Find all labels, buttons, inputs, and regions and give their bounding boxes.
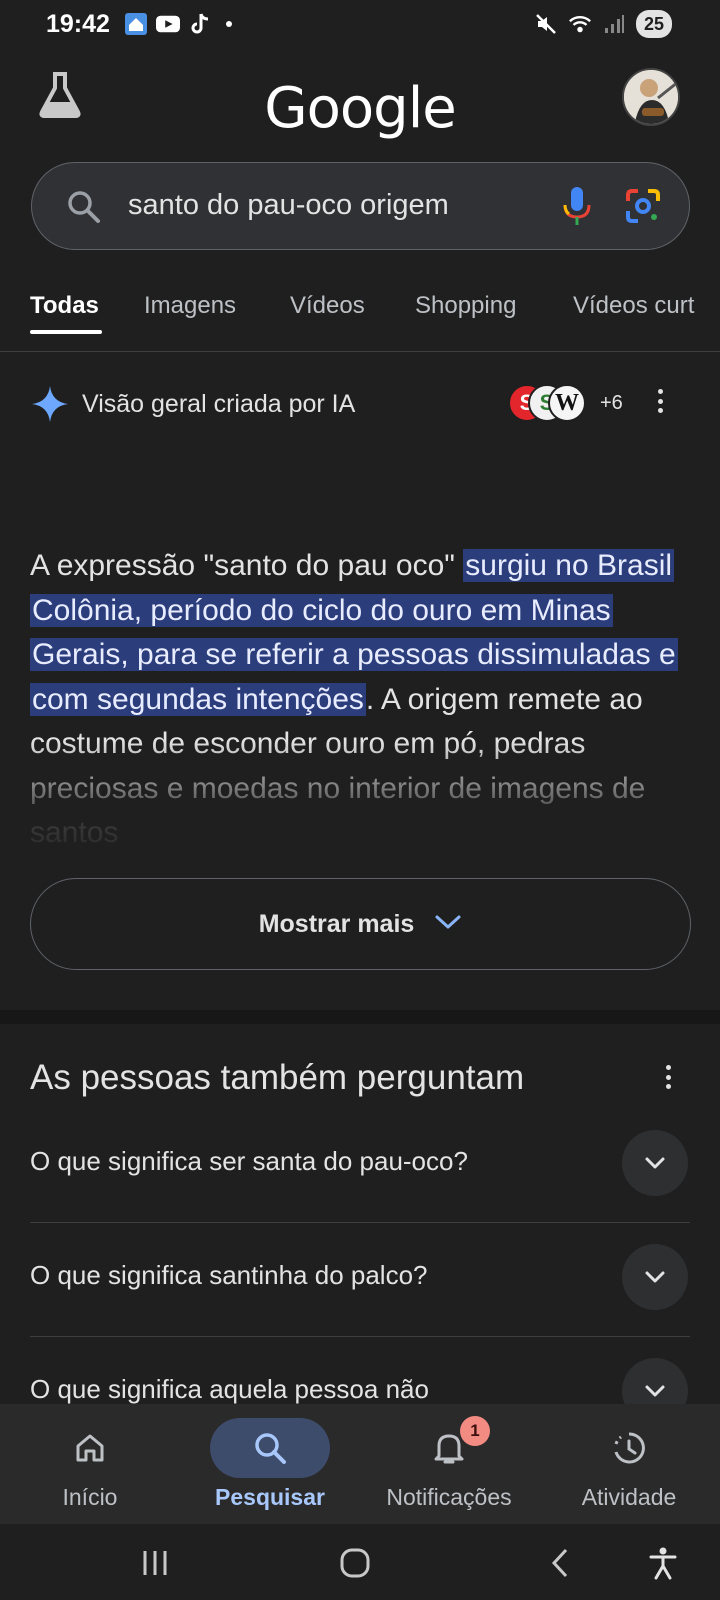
nav-label: Pesquisar bbox=[215, 1484, 325, 1510]
youtube-icon bbox=[156, 12, 180, 36]
notification-badge: 1 bbox=[460, 1416, 490, 1446]
paa-question-2[interactable]: O que significa santinha do palco? bbox=[30, 1226, 690, 1338]
chevron-down-icon bbox=[434, 913, 462, 936]
ai-overview-menu-icon[interactable] bbox=[648, 386, 672, 416]
wifi-icon bbox=[568, 12, 592, 36]
lens-icon[interactable] bbox=[624, 187, 662, 230]
nav-label: Atividade bbox=[581, 1484, 677, 1510]
search-icon bbox=[210, 1418, 330, 1478]
show-more-label: Mostrar mais bbox=[258, 909, 415, 938]
nav-label: Início bbox=[62, 1484, 118, 1510]
nav-label: Notificações bbox=[386, 1484, 512, 1510]
status-icons-right: 25 bbox=[534, 10, 672, 38]
nav-inicio[interactable]: Início bbox=[5, 1404, 175, 1524]
paa-question-text: O que significa ser santa do pau-oco? bbox=[30, 1146, 468, 1176]
recent-apps-icon[interactable] bbox=[130, 1538, 180, 1588]
home-button-icon[interactable] bbox=[330, 1538, 380, 1588]
ai-overview-header: Visão geral criada por IA S S W +6 bbox=[30, 380, 690, 428]
paa-question-1[interactable]: O que significa ser santa do pau-oco? bbox=[30, 1112, 690, 1224]
wikipedia-icon: W bbox=[548, 384, 586, 422]
google-logo[interactable]: Google bbox=[0, 76, 720, 141]
search-input[interactable]: santo do pau-oco origem bbox=[128, 189, 449, 222]
tab-videos[interactable]: Vídeos bbox=[290, 292, 365, 320]
nav-atividade[interactable]: Atividade bbox=[544, 1404, 714, 1524]
ai-overview-title: Visão geral criada por IA bbox=[82, 390, 356, 418]
chevron-down-icon bbox=[645, 1385, 665, 1397]
signal-icon bbox=[602, 12, 626, 36]
text-fade-overlay bbox=[0, 740, 720, 870]
accessibility-icon[interactable] bbox=[638, 1538, 688, 1588]
notification-dot bbox=[226, 21, 232, 27]
source-count[interactable]: +6 bbox=[600, 392, 623, 415]
nav-notificacoes[interactable]: 1 Notificações bbox=[364, 1404, 534, 1524]
search-tabs: Todas Imagens Vídeos Shopping Vídeos cur… bbox=[0, 290, 720, 352]
mute-icon bbox=[534, 12, 558, 36]
chevron-down-icon bbox=[645, 1271, 665, 1283]
profile-avatar[interactable] bbox=[622, 68, 680, 126]
status-bar: 19:42 25 bbox=[0, 0, 720, 48]
paa-question-text: O que significa aquela pessoa não bbox=[30, 1374, 429, 1404]
status-icons-left bbox=[124, 12, 232, 36]
section-divider bbox=[0, 1010, 720, 1024]
home-app-icon bbox=[124, 12, 148, 36]
chevron-down-icon bbox=[645, 1157, 665, 1169]
sparkle-icon bbox=[30, 384, 70, 429]
paa-menu-icon[interactable] bbox=[656, 1062, 680, 1092]
nav-pesquisar[interactable]: Pesquisar bbox=[185, 1404, 355, 1524]
ai-text-before: A expressão "santo do pau oco" bbox=[30, 549, 464, 582]
tab-shopping[interactable]: Shopping bbox=[415, 292, 516, 320]
expand-button[interactable] bbox=[622, 1244, 688, 1310]
back-icon[interactable] bbox=[535, 1538, 585, 1588]
search-bar[interactable]: santo do pau-oco origem bbox=[31, 162, 690, 250]
search-icon bbox=[66, 189, 102, 230]
tab-imagens[interactable]: Imagens bbox=[144, 292, 236, 320]
mic-icon[interactable] bbox=[562, 185, 592, 232]
activity-icon bbox=[569, 1418, 689, 1478]
battery-level: 25 bbox=[643, 13, 664, 34]
status-time: 19:42 bbox=[46, 10, 110, 38]
source-favicons[interactable]: S S W bbox=[508, 382, 588, 422]
tab-todas[interactable]: Todas bbox=[30, 292, 99, 320]
paa-divider bbox=[30, 1336, 690, 1337]
tab-videos-curtos[interactable]: Vídeos curt bbox=[573, 292, 694, 320]
tiktok-icon bbox=[188, 12, 212, 36]
bottom-navigation: Início Pesquisar 1 Notificações Atividad… bbox=[0, 1404, 720, 1524]
system-navigation-bar bbox=[0, 1524, 720, 1600]
bell-icon bbox=[389, 1418, 509, 1478]
active-tab-indicator bbox=[30, 330, 102, 334]
paa-title: As pessoas também perguntam bbox=[30, 1058, 525, 1097]
paa-divider bbox=[30, 1222, 690, 1223]
battery-icon: 25 bbox=[635, 10, 672, 38]
show-more-button[interactable]: Mostrar mais bbox=[30, 878, 691, 970]
paa-question-text: O que significa santinha do palco? bbox=[30, 1260, 428, 1290]
expand-button[interactable] bbox=[622, 1130, 688, 1196]
home-icon bbox=[30, 1418, 150, 1478]
